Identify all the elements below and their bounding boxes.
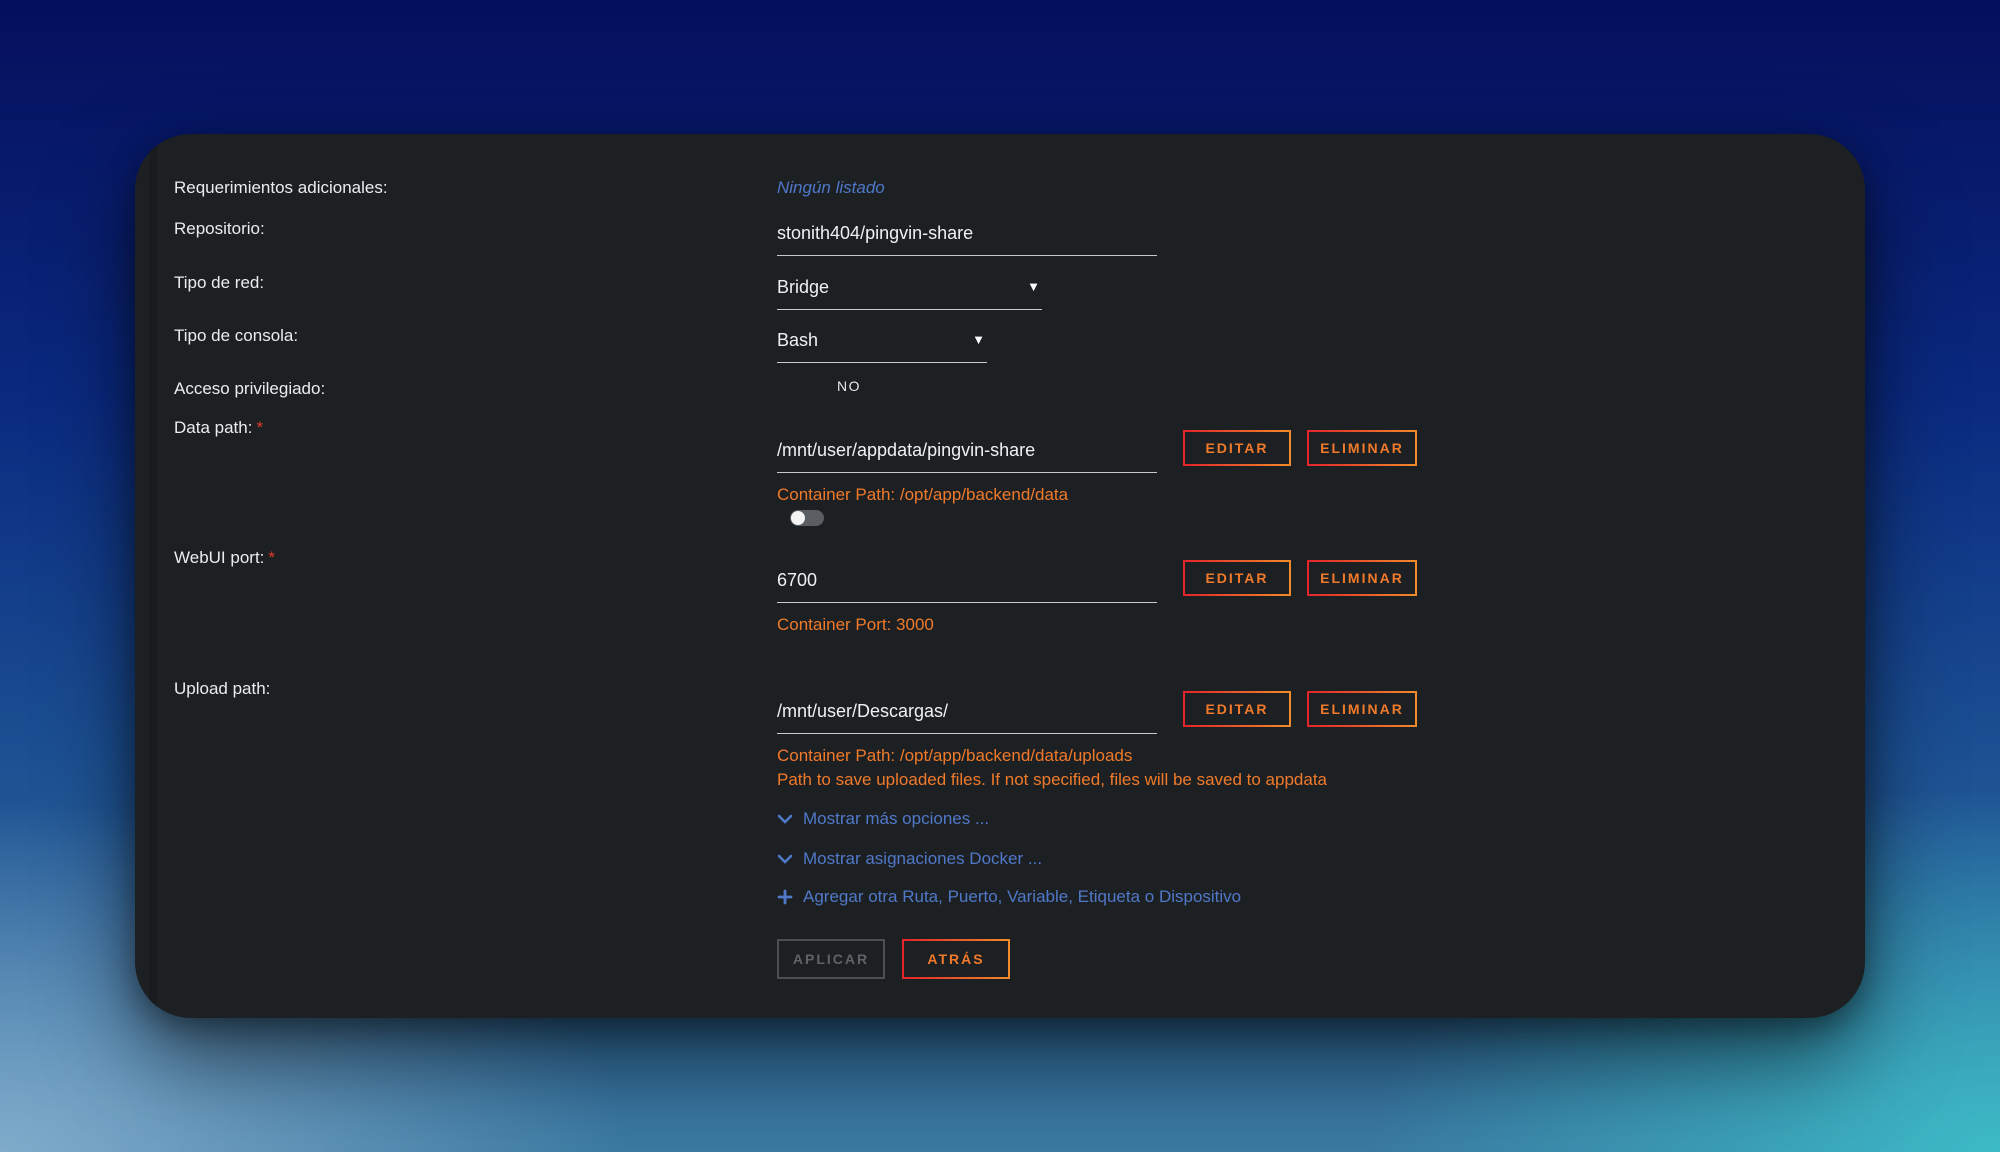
panel-left-edge — [149, 134, 157, 1018]
add-other-item-link[interactable]: Agregar otra Ruta, Puerto, Variable, Eti… — [777, 887, 1241, 907]
upload-path-description: Path to save uploaded files. If not spec… — [777, 770, 1328, 789]
upload-path-label: Upload path: — [174, 679, 271, 698]
webui-port-delete-button[interactable]: ELIMINAR — [1307, 560, 1417, 596]
data-path-edit-button[interactable]: EDITAR — [1183, 430, 1291, 466]
console-type-label: Tipo de consola: — [174, 326, 299, 345]
select-arrow-icon: ▼ — [972, 332, 985, 347]
network-type-select[interactable]: Bridge ▼ — [777, 277, 1042, 310]
data-path-container-hint: Container Path: /opt/app/backend/data — [777, 485, 1069, 504]
additional-requirements-label: Requerimientos adicionales: — [174, 178, 388, 197]
back-button[interactable]: ATRÁS — [902, 939, 1010, 979]
additional-requirements-value: Ningún listado — [777, 178, 885, 197]
console-type-select[interactable]: Bash ▼ — [777, 330, 987, 363]
privileged-state-label: NO — [837, 378, 861, 394]
plus-icon — [777, 889, 793, 905]
required-marker: * — [256, 418, 264, 437]
webui-port-input[interactable]: 6700 — [777, 570, 1157, 603]
upload-path-container-hint: Container Path: /opt/app/backend/data/up… — [777, 746, 1133, 765]
privileged-label: Acceso privilegiado: — [174, 379, 326, 398]
webui-port-label: WebUI port: * — [174, 548, 276, 567]
privileged-toggle[interactable] — [790, 510, 824, 526]
data-path-label: Data path: * — [174, 418, 264, 437]
chevron-down-icon — [777, 814, 793, 824]
upload-path-input[interactable]: /mnt/user/Descargas/ — [777, 701, 1157, 734]
settings-panel: Requerimientos adicionales: Repositorio:… — [135, 134, 1865, 1018]
upload-path-edit-button[interactable]: EDITAR — [1183, 691, 1291, 727]
chevron-down-icon — [777, 854, 793, 864]
toggle-knob — [791, 511, 805, 525]
apply-button[interactable]: APLICAR — [777, 939, 885, 979]
repository-label: Repositorio: — [174, 219, 265, 238]
webui-port-edit-button[interactable]: EDITAR — [1183, 560, 1291, 596]
show-more-options-link[interactable]: Mostrar más opciones ... — [777, 809, 989, 829]
webui-port-container-hint: Container Port: 3000 — [777, 615, 934, 634]
data-path-delete-button[interactable]: ELIMINAR — [1307, 430, 1417, 466]
required-marker: * — [268, 548, 276, 567]
show-docker-mappings-link[interactable]: Mostrar asignaciones Docker ... — [777, 849, 1042, 869]
upload-path-delete-button[interactable]: ELIMINAR — [1307, 691, 1417, 727]
network-type-label: Tipo de red: — [174, 273, 265, 292]
repository-input[interactable]: stonith404/pingvin-share — [777, 223, 1157, 256]
data-path-input[interactable]: /mnt/user/appdata/pingvin-share — [777, 440, 1157, 473]
select-arrow-icon: ▼ — [1027, 279, 1040, 294]
